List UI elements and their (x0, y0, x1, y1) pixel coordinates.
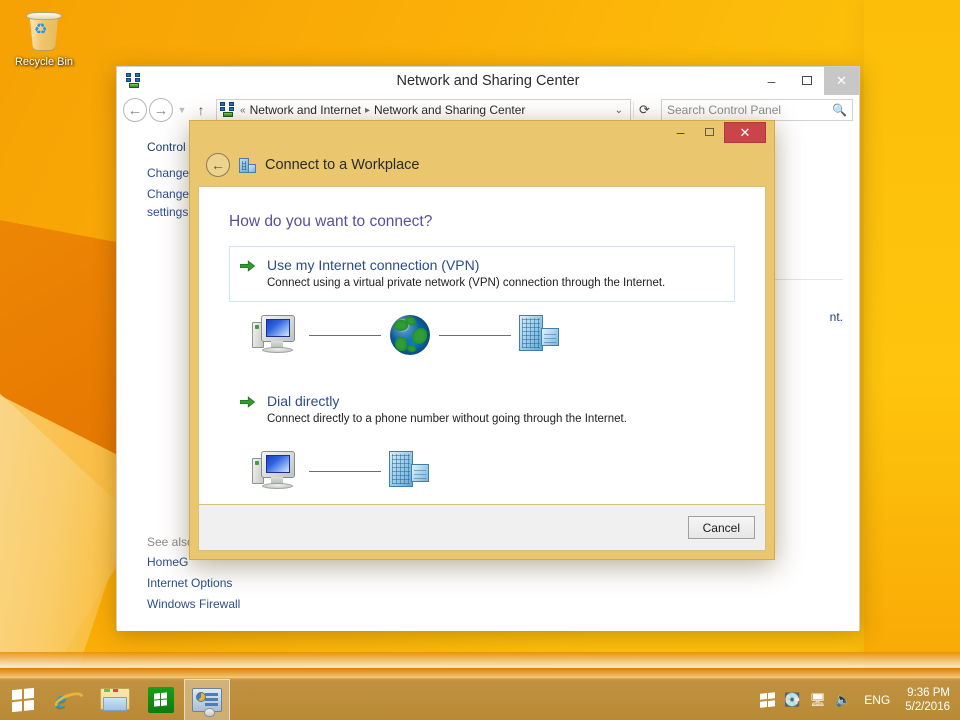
vpn-connection-diagram (229, 304, 735, 358)
network-icon[interactable]: 🖥 (810, 692, 827, 708)
up-button[interactable]: ↑ (191, 102, 211, 118)
workplace-icon (239, 157, 256, 174)
back-button[interactable]: ← (123, 98, 147, 122)
option-dial-description: Connect directly to a phone number witho… (267, 413, 627, 425)
internet-explorer-icon: e (55, 685, 83, 714)
option-vpn-title: Use my Internet connection (VPN) (267, 257, 480, 273)
maximize-button[interactable] (789, 67, 824, 95)
globe-icon (387, 312, 433, 358)
connection-line (309, 334, 381, 336)
start-button[interactable] (0, 679, 46, 720)
connection-line (309, 470, 381, 472)
dialog-titlebar[interactable]: – ✕ (198, 122, 766, 144)
green-arrow-icon (239, 392, 256, 413)
taskbar-item-network-and-sharing-center[interactable] (184, 678, 230, 720)
flash-drive-icon[interactable]: 💽 (784, 692, 800, 708)
search-box[interactable]: Search Control Panel 🔍 (661, 99, 853, 121)
file-explorer-icon (100, 687, 130, 712)
network-sharing-center-icon (126, 72, 142, 89)
forward-button[interactable]: → (149, 98, 173, 122)
dialog-maximize-button[interactable] (695, 122, 724, 142)
option-vpn-description: Connect using a virtual private network … (267, 277, 666, 289)
option-use-my-internet-connection-vpn[interactable]: Use my Internet connection (VPN) Connect… (229, 246, 735, 302)
desktop[interactable]: ♻ Recycle Bin Network and Sharing Center… (0, 0, 960, 720)
control-panel-titlebar[interactable]: Network and Sharing Center – ✕ (117, 66, 859, 95)
clock-time: 9:36 PM (907, 686, 950, 699)
computer-icon (251, 448, 303, 494)
dialog-content: How do you want to connect? Use my Inter… (198, 186, 766, 505)
dial-connection-diagram (229, 440, 735, 494)
maximize-icon (705, 128, 714, 136)
dialog-title: Connect to a Workplace (265, 157, 420, 173)
address-bar[interactable]: « Network and Internet ▸ Network and Sha… (216, 99, 631, 121)
minimize-button[interactable]: – (754, 67, 789, 95)
maximize-icon (801, 76, 812, 85)
see-also-link-windows-firewall[interactable]: Windows Firewall (117, 594, 276, 615)
option-dial-directly[interactable]: Dial directly Connect directly to a phon… (229, 382, 735, 438)
wallpaper-floor-edge (0, 668, 960, 678)
server-icon (387, 448, 433, 494)
windows-store-icon (148, 686, 174, 713)
taskbar-item-internet-explorer[interactable]: e (46, 679, 92, 720)
taskbar-item-windows-store[interactable] (138, 679, 184, 720)
dialog-frame: – ✕ ← Connect to a Workplace How do you … (190, 121, 774, 559)
refresh-button[interactable]: ⟳ (633, 102, 655, 118)
recycle-bin-label: Recycle Bin (14, 56, 74, 68)
volume-icon[interactable]: 🔈 (835, 692, 851, 708)
clock[interactable]: 9:36 PM 5/2/2016 (903, 686, 950, 714)
server-icon (517, 312, 563, 358)
dialog-close-button[interactable]: ✕ (724, 122, 766, 143)
breadcrumb-item-network-and-sharing-center[interactable]: Network and Sharing Center (374, 103, 525, 117)
taskbar[interactable]: e 💽 🖥 🔈 ENG 9:36 PM 5/2/2016 (0, 678, 960, 720)
cancel-button[interactable]: Cancel (687, 516, 755, 539)
wizard-question: How do you want to connect? (229, 213, 433, 230)
system-tray[interactable]: 💽 🖥 🔈 ENG 9:36 PM 5/2/2016 (760, 679, 960, 720)
connection-line (439, 334, 511, 336)
recycle-bin-icon: ♻ (22, 12, 66, 54)
back-arrow-icon[interactable]: ← (206, 153, 230, 177)
breadcrumb-separator: ▸ (364, 104, 370, 116)
address-bar-dropdown-icon[interactable]: ⌄ (611, 105, 627, 116)
option-dial-title: Dial directly (267, 393, 340, 409)
wallpaper-right-panel (864, 0, 960, 678)
clock-date: 5/2/2016 (905, 700, 950, 713)
search-input-placeholder[interactable]: Search Control Panel (667, 103, 832, 117)
windows-flag-icon[interactable] (760, 691, 776, 708)
see-also-link-internet-options[interactable]: Internet Options (117, 573, 276, 594)
dialog-footer: Cancel (198, 505, 766, 551)
dialog-minimize-button[interactable]: – (666, 122, 695, 142)
dialog-header: ← Connect to a Workplace (198, 144, 766, 186)
green-arrow-icon (239, 256, 256, 277)
breadcrumb-item-network-and-internet[interactable]: Network and Internet (250, 103, 361, 117)
page-title: Network and Sharing Center (396, 72, 580, 89)
taskbar-item-file-explorer[interactable] (92, 679, 138, 720)
breadcrumb-overflow[interactable]: « (240, 105, 246, 116)
control-panel-window-controls: – ✕ (754, 66, 859, 95)
recent-locations-button[interactable]: ▼ (175, 105, 189, 115)
close-button[interactable]: ✕ (824, 66, 859, 95)
computer-icon (251, 312, 303, 358)
address-bar-icon (220, 102, 236, 118)
network-sharing-center-taskbar-icon (192, 688, 222, 717)
search-icon: 🔍 (832, 103, 847, 117)
connect-to-a-workplace-dialog[interactable]: – ✕ ← Connect to a Workplace How do you … (189, 120, 775, 560)
windows-logo-icon (12, 687, 34, 712)
recycle-bin[interactable]: ♻ Recycle Bin (8, 12, 80, 68)
language-indicator[interactable]: ENG (860, 693, 894, 707)
